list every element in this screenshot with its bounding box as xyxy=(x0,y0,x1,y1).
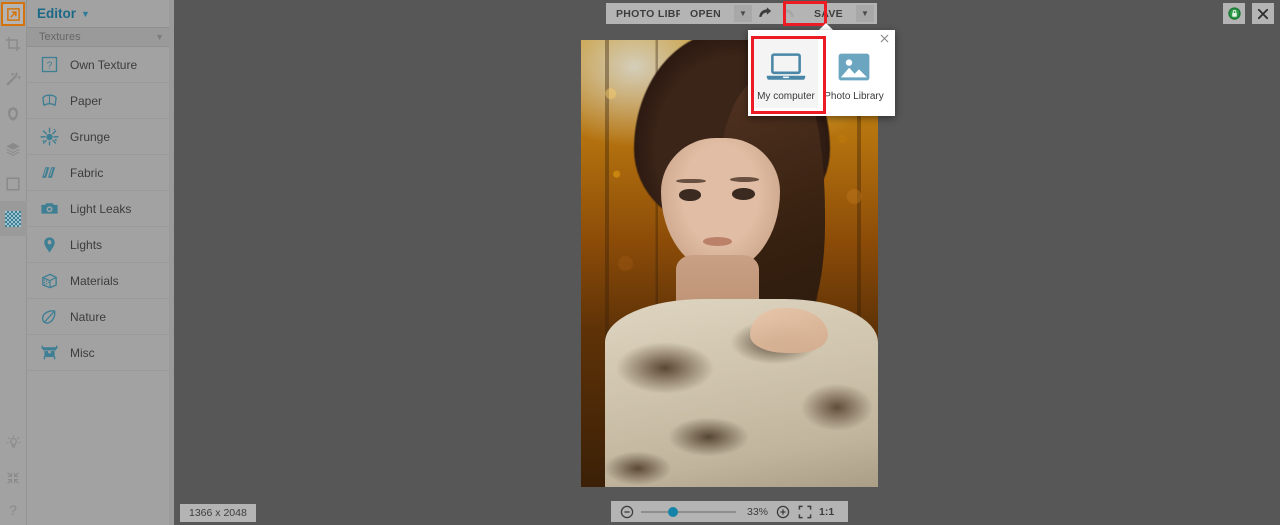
zoom-out-button[interactable] xyxy=(619,504,634,519)
rail-item-tips[interactable] xyxy=(0,425,27,460)
secure-badge-button[interactable] xyxy=(1223,3,1245,24)
rail-item-retouch[interactable] xyxy=(0,96,27,131)
list-item-nature[interactable]: Nature xyxy=(27,299,174,335)
zoom-slider-track xyxy=(641,510,736,513)
editor-title-label: Editor xyxy=(37,6,76,21)
save-destination-popup: My computer Photo Library xyxy=(748,30,895,116)
actual-size-button[interactable]: 1:1 xyxy=(819,506,834,518)
zoom-percent-label: 33% xyxy=(746,505,768,518)
zoom-toolbar: 33% 1:1 xyxy=(611,501,848,522)
rail-item-layers[interactable] xyxy=(0,131,27,166)
popup-close-button[interactable] xyxy=(878,32,891,45)
top-toolbar: PHOTO LIBRARY OPEN ▼ SAVE ▼ xyxy=(174,0,1280,27)
image-size-label: 1366 x 2048 xyxy=(189,507,247,519)
collapse-arrows-icon xyxy=(7,471,19,484)
close-x-icon xyxy=(1257,8,1269,19)
svg-text:?: ? xyxy=(46,60,52,71)
textures-panel: Editor ▼ Textures ▼ ? Own Texture Paper … xyxy=(27,0,174,525)
fit-screen-icon xyxy=(798,505,811,518)
list-item-lights[interactable]: Lights xyxy=(27,227,174,263)
image-library-icon xyxy=(837,47,871,87)
editor-title[interactable]: Editor ▼ xyxy=(27,0,174,27)
rail-item-enhance[interactable] xyxy=(0,61,27,96)
green-lock-badge-icon xyxy=(1227,7,1241,20)
paper-icon xyxy=(39,91,59,111)
image-size-badge: 1366 x 2048 xyxy=(180,504,256,522)
list-item-label: Grunge xyxy=(70,129,111,144)
list-item-grunge[interactable]: Grunge xyxy=(27,119,174,155)
list-item-materials[interactable]: Materials xyxy=(27,263,174,299)
zoom-in-button[interactable] xyxy=(775,504,790,519)
undo-arrow-icon xyxy=(759,7,772,17)
open-save-group: OPEN ▼ SAVE ▼ xyxy=(680,3,877,24)
misc-box-icon xyxy=(39,343,59,363)
laptop-icon xyxy=(766,47,806,87)
texture-pattern-icon xyxy=(5,210,21,227)
crop-icon xyxy=(5,36,21,51)
list-item-label: Lights xyxy=(70,237,103,252)
save-button[interactable]: SAVE xyxy=(803,3,853,24)
list-item-fabric[interactable]: Fabric xyxy=(27,155,174,191)
tool-rail: ? xyxy=(0,0,27,525)
list-item-label: Paper xyxy=(70,93,103,108)
close-window-button[interactable] xyxy=(1252,3,1274,24)
list-item-label: Light Leaks xyxy=(70,201,132,216)
list-item-light-leaks[interactable]: Light Leaks xyxy=(27,191,174,227)
polygon-arrow-logo-icon xyxy=(6,7,20,21)
texture-category-list: ? Own Texture Paper Grunge Fabric Light … xyxy=(27,47,174,371)
fabric-icon xyxy=(39,163,59,183)
open-dropdown-caret[interactable]: ▼ xyxy=(733,5,752,22)
save-option-label: Photo Library xyxy=(824,91,884,102)
cube-icon xyxy=(39,271,59,291)
chevron-down-icon: ▼ xyxy=(861,9,869,18)
list-item-misc[interactable]: Misc xyxy=(27,335,174,371)
fit-screen-button[interactable] xyxy=(797,504,812,519)
leaf-icon xyxy=(39,307,59,327)
chevron-down-icon: ▼ xyxy=(739,9,747,18)
open-button[interactable]: OPEN xyxy=(680,3,731,24)
minus-circle-icon xyxy=(620,505,633,518)
rail-item-crop[interactable] xyxy=(0,26,27,61)
section-header-textures[interactable]: Textures ▼ xyxy=(27,27,174,47)
zoom-slider[interactable] xyxy=(641,504,736,519)
rail-item-frames[interactable] xyxy=(0,166,27,201)
undo-button[interactable] xyxy=(755,3,777,24)
save-option-my-computer[interactable]: My computer xyxy=(754,38,818,108)
save-option-photo-library[interactable]: Photo Library xyxy=(822,38,886,108)
question-mark-icon: ? xyxy=(9,502,17,518)
redo-arrow-icon xyxy=(782,7,795,17)
list-item-label: Fabric xyxy=(70,165,104,180)
layers-icon xyxy=(6,142,20,156)
rail-item-fullscreen[interactable] xyxy=(0,460,27,495)
rail-item-help[interactable]: ? xyxy=(0,495,27,525)
app-logo[interactable] xyxy=(1,2,25,26)
save-option-label: My computer xyxy=(757,91,815,102)
chevron-down-icon: ▼ xyxy=(81,8,90,19)
list-item-label: Own Texture xyxy=(70,57,138,72)
rail-item-textures[interactable] xyxy=(0,201,27,236)
section-header-label: Textures xyxy=(39,31,81,43)
list-item-label: Misc xyxy=(70,345,95,360)
list-item-label: Nature xyxy=(70,309,107,324)
light-bulb-pin-icon xyxy=(39,235,59,255)
list-item-paper[interactable]: Paper xyxy=(27,83,174,119)
canvas-workspace[interactable] xyxy=(174,0,1280,525)
save-destination-options: My computer Photo Library xyxy=(748,30,895,108)
zoom-slider-knob[interactable] xyxy=(668,506,679,517)
list-item-label: Materials xyxy=(70,273,119,288)
list-item-own-texture[interactable]: ? Own Texture xyxy=(27,47,174,83)
magic-wand-icon xyxy=(6,71,21,85)
portrait-icon xyxy=(8,106,18,121)
plus-circle-icon xyxy=(776,505,789,518)
grunge-splat-icon xyxy=(39,127,59,147)
save-dropdown-caret[interactable]: ▼ xyxy=(855,5,874,22)
question-square-icon: ? xyxy=(39,55,59,75)
camera-icon xyxy=(39,199,59,219)
frame-icon xyxy=(6,176,20,191)
redo-button[interactable] xyxy=(777,3,799,24)
lightbulb-icon xyxy=(5,435,21,448)
svg-text:?: ? xyxy=(9,502,17,518)
chevron-down-icon: ▼ xyxy=(155,32,164,42)
close-x-icon xyxy=(880,34,889,43)
